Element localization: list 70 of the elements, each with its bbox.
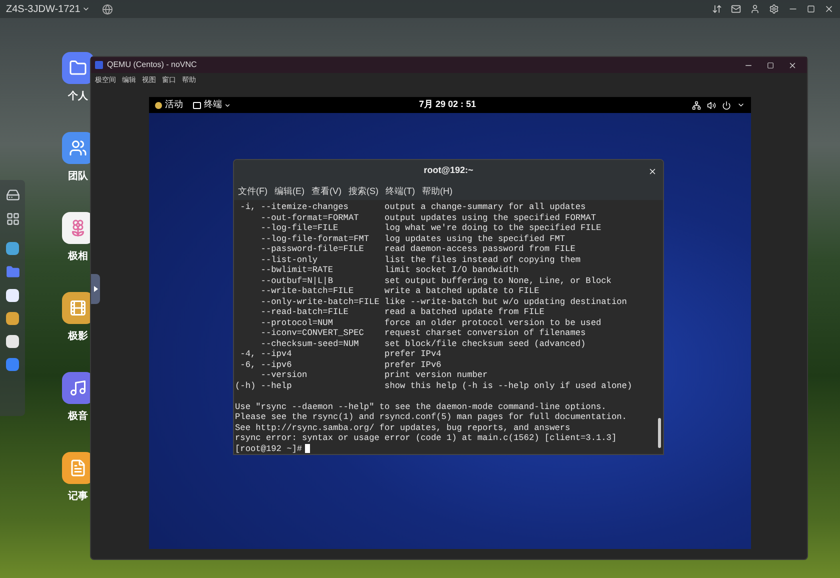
close-icon[interactable] xyxy=(824,4,834,14)
menu-item[interactable]: 查看(V) xyxy=(312,186,342,196)
menu-item[interactable]: 终端(T) xyxy=(386,186,415,196)
activities-logo-icon xyxy=(155,102,162,108)
caret-icon xyxy=(94,286,98,292)
power-icon[interactable] xyxy=(722,100,731,110)
menu-item[interactable]: 文件(F) xyxy=(238,186,268,196)
terminal-line: --checksum-seed=NUM set block/file checksum seed (advanced) xyxy=(260,338,586,349)
network-icon[interactable] xyxy=(692,100,701,110)
app-label: 极相 xyxy=(68,252,88,262)
terminal-line: --iconv=CONVERT_SPEC request charset conversion of filenames xyxy=(260,328,586,338)
clock[interactable]: 7月 29 02 : 51 xyxy=(419,98,476,112)
terminal-line: See http://rsync.samba.org/ for updates, bug reports, and answers xyxy=(235,422,570,433)
app-icon[interactable] xyxy=(6,242,19,255)
user-icon[interactable] xyxy=(750,4,760,14)
terminal-line: Please see the rsync(1) and rsyncd.conf(5) man pages for full documentation. xyxy=(235,412,627,422)
app-label: 极音 xyxy=(68,412,88,422)
caret-icon xyxy=(82,5,90,13)
app-icon[interactable] xyxy=(6,335,19,348)
terminal-title: root@192:~ xyxy=(424,164,474,178)
app-menu[interactable]: 终端 xyxy=(204,98,231,112)
close-icon[interactable] xyxy=(788,60,797,70)
terminal-line: -4, --ipv4 prefer IPv4 xyxy=(239,349,442,360)
terminal-line: rsync error: syntax or usage error (code 1) at main.c(1562) [client=3.1.3] xyxy=(235,433,617,444)
terminal-line: Use "rsync --daemon --help" to see the daemon-mode command-line options. xyxy=(235,402,606,412)
maximize-icon[interactable] xyxy=(767,62,774,68)
app-label: 记事 xyxy=(68,492,88,502)
terminal-line: --version print version number xyxy=(260,370,488,380)
terminal-prompt: [root@192 ~]# xyxy=(235,444,302,454)
volume-icon[interactable] xyxy=(707,100,716,110)
terminal-line: --password-file=FILE read daemon-access password from FILE xyxy=(260,244,576,254)
app-logo-icon xyxy=(95,61,103,69)
terminal-line: --log-file=FILE log what we're doing to the specified FILE xyxy=(260,223,602,234)
settings-icon[interactable] xyxy=(769,4,779,14)
terminal-line: --out-format=FORMAT output updates using the specified FORMAT xyxy=(260,212,596,223)
mail-icon[interactable] xyxy=(731,4,741,14)
terminal-icon xyxy=(193,102,201,108)
menu-item[interactable]: 编辑(E) xyxy=(274,186,304,196)
terminal-line: (-h) --help show this help (-h is --help only if used alone) xyxy=(235,380,632,391)
caret-icon[interactable] xyxy=(737,101,745,109)
terminal-line: --protocol=NUM force an older protocol version to be used xyxy=(260,318,602,328)
app-label: 个人 xyxy=(68,92,88,102)
app-label: 团队 xyxy=(68,172,88,182)
maximize-icon[interactable] xyxy=(807,5,815,13)
globe-icon[interactable] xyxy=(102,4,114,14)
terminal-line: --log-file-format=FMT log updates using the specified FMT xyxy=(260,234,566,244)
folder-icon[interactable] xyxy=(62,52,94,84)
app-label: 极影 xyxy=(68,332,88,342)
terminal-line: --only-write-batch=FILE like --write-batch but w/o updating destination xyxy=(260,296,627,307)
terminal-line: -i, --itemize-changes output a change-summary for all updates xyxy=(239,202,586,212)
menu-item[interactable]: 搜索(S) xyxy=(348,186,378,196)
panel-toggle-handle[interactable] xyxy=(91,274,100,304)
caret-icon xyxy=(224,102,231,108)
terminal-line: -6, --ipv6 prefer IPv6 xyxy=(239,360,442,370)
text-cursor xyxy=(305,444,310,454)
scrollbar[interactable] xyxy=(658,418,661,448)
app-icon[interactable] xyxy=(6,289,19,302)
window-title: QEMU (Centos) - noVNC xyxy=(107,59,197,71)
terminal-line: --bwlimit=RATE limit socket I/O bandwidth xyxy=(260,265,519,276)
menu-item[interactable]: 帮助(H) xyxy=(422,186,452,196)
terminal-line: --read-batch=FILE read a batched update from FILE xyxy=(260,307,544,318)
terminal-line: --outbuf=N|L|B set output buffering to None, Line, or Block xyxy=(260,276,612,286)
transfer-icon[interactable] xyxy=(712,4,722,14)
terminal-line: --list-only list the files instead of copying them xyxy=(260,254,581,265)
activities-button[interactable]: 活动 xyxy=(165,98,183,112)
grid-icon[interactable] xyxy=(6,212,20,226)
device-selector[interactable]: Z4S-3JDW-1721 xyxy=(6,2,90,16)
terminal-line: --write-batch=FILE write a batched update to FILE xyxy=(260,286,540,296)
app-icon[interactable] xyxy=(6,312,19,325)
drive-icon[interactable] xyxy=(6,188,20,202)
